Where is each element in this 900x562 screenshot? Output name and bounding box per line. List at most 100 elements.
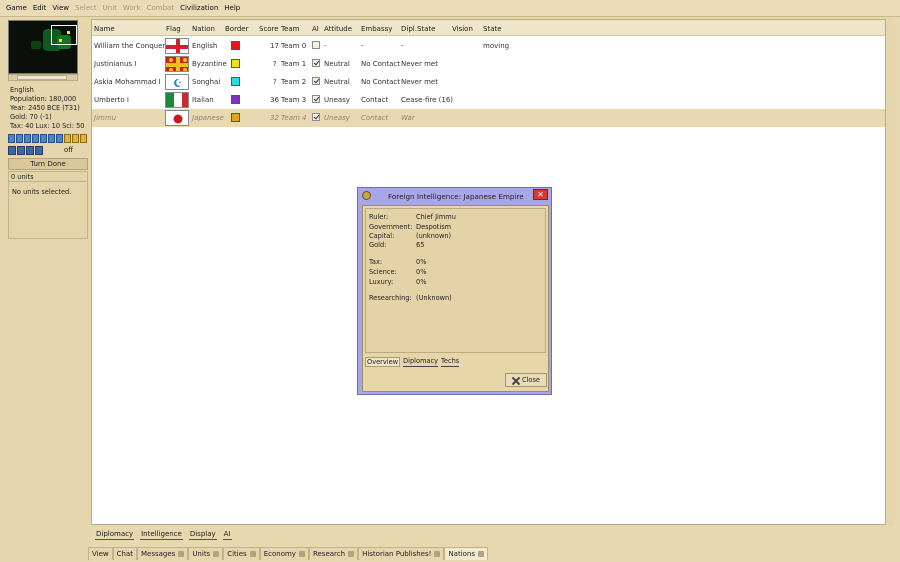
col-state[interactable]: State <box>483 25 502 33</box>
dialog-titlebar[interactable]: Foreign Intelligence: Japanese Empire ✕ <box>358 188 551 204</box>
tab-overview[interactable]: Overview <box>365 357 401 367</box>
menu-select: Select <box>75 4 97 12</box>
border-color <box>231 95 240 104</box>
nation-label: English <box>10 86 34 94</box>
menu-help[interactable]: Help <box>224 4 240 12</box>
diplomacy-button[interactable]: Diplomacy <box>95 529 135 540</box>
table-row-selected[interactable]: Jimmu Japanese 32 Team 4 Uneasy Contact … <box>92 109 885 127</box>
col-embassy[interactable]: Embassy <box>361 25 392 33</box>
minimap[interactable] <box>8 20 78 74</box>
nation-name: Italian <box>192 96 214 104</box>
col-dipl-state[interactable]: Dipl.State <box>401 25 435 33</box>
ai-checkbox[interactable] <box>312 59 320 67</box>
dipl-state: - <box>401 42 404 50</box>
col-vision[interactable]: Vision <box>452 25 473 33</box>
dipl-state: Never met <box>401 78 438 86</box>
sci-icon[interactable] <box>80 134 87 143</box>
ai-checkbox[interactable] <box>312 95 320 103</box>
tax-icon[interactable] <box>8 134 15 143</box>
col-attitude[interactable]: Attitude <box>324 25 352 33</box>
tab-cities[interactable]: Cities <box>223 547 260 560</box>
tab-chat[interactable]: Chat <box>112 547 137 560</box>
col-flag[interactable]: Flag <box>166 25 181 33</box>
menu-civilization[interactable]: Civilization <box>180 4 218 12</box>
ai-checkbox[interactable] <box>312 113 320 121</box>
ai-checkbox[interactable] <box>312 77 320 85</box>
menu-bar: Game Edit View Select Unit Work Combat C… <box>0 0 900 17</box>
col-team[interactable]: Team <box>281 25 300 33</box>
sci-icon[interactable] <box>72 134 79 143</box>
attitude: Uneasy <box>324 96 350 104</box>
close-button[interactable]: Close <box>505 373 547 387</box>
science-label: Science: <box>369 268 397 276</box>
vertical-scrollbar[interactable] <box>887 19 895 525</box>
window-close-button[interactable]: ✕ <box>533 189 548 200</box>
close-icon[interactable] <box>178 551 185 557</box>
minimap-scrollbar[interactable] <box>8 74 78 81</box>
menu-game[interactable]: Game <box>6 4 27 12</box>
researching-label: Researching: <box>369 294 412 302</box>
tab-messages[interactable]: Messages <box>136 547 189 560</box>
turn-done-button[interactable]: Turn Done <box>8 158 88 170</box>
team: Team 1 <box>281 60 307 68</box>
border-color <box>231 113 240 122</box>
menu-view[interactable]: View <box>52 4 69 12</box>
table-row[interactable]: William the Conqueror English 17 Team 0 … <box>92 37 885 55</box>
lux-icon[interactable] <box>40 134 47 143</box>
tab-units[interactable]: Units <box>188 547 224 560</box>
close-icon[interactable] <box>249 551 256 557</box>
tab-label: Chat <box>116 550 133 558</box>
display-button[interactable]: Display <box>188 529 217 540</box>
close-icon[interactable] <box>434 551 441 557</box>
border-color <box>231 41 240 50</box>
tax-icon[interactable] <box>24 134 31 143</box>
tax-rate-icons[interactable] <box>8 134 88 143</box>
songhai-flag <box>165 74 189 90</box>
player-name: Umberto I <box>94 96 129 104</box>
tab-research[interactable]: Research <box>308 547 359 560</box>
tab-label: Economy <box>263 550 296 558</box>
nation-name: English <box>192 42 218 50</box>
score: 17 <box>270 42 279 50</box>
close-icon[interactable] <box>478 551 485 557</box>
close-icon[interactable] <box>298 551 305 557</box>
dipl-state: War <box>401 114 415 122</box>
col-nation[interactable]: Nation <box>192 25 215 33</box>
col-score[interactable]: Score <box>259 25 279 33</box>
minimap-viewport[interactable] <box>51 25 77 45</box>
intelligence-button[interactable]: Intelligence <box>140 529 183 540</box>
sci-icon[interactable] <box>48 134 55 143</box>
tax-icon[interactable] <box>32 134 39 143</box>
tax-icon[interactable] <box>16 134 23 143</box>
tab-view[interactable]: View <box>88 547 113 560</box>
col-ai[interactable]: AI <box>312 25 319 33</box>
tab-diplomacy[interactable]: Diplomacy <box>403 357 438 367</box>
tab-economy[interactable]: Economy <box>259 547 309 560</box>
score: 32 <box>270 114 279 122</box>
table-row[interactable]: Justinianus I Byzantine ? Team 1 Neutral… <box>92 55 885 73</box>
dialog-tabs: Overview Diplomacy Techs <box>365 357 460 367</box>
score: ? <box>273 60 277 68</box>
sci-icon[interactable] <box>64 134 71 143</box>
tab-historian[interactable]: Historian Publishes! <box>358 547 445 560</box>
dialog-body: Ruler: Chief Jimmu Government: Despotism… <box>362 205 549 392</box>
embassy: No Contact <box>361 60 400 68</box>
menu-edit[interactable]: Edit <box>33 4 47 12</box>
tab-techs[interactable]: Techs <box>441 357 460 367</box>
capital-value: (unknown) <box>416 232 452 240</box>
tab-nations[interactable]: Nations <box>444 547 489 560</box>
sci-icon[interactable] <box>56 134 63 143</box>
ai-button[interactable]: AI <box>222 529 232 540</box>
menu-work: Work <box>122 4 141 12</box>
table-row[interactable]: Askia Mohammad I Songhai ? Team 2 Neutra… <box>92 73 885 91</box>
col-name[interactable]: Name <box>94 25 115 33</box>
cooling-icon <box>26 145 34 155</box>
ai-checkbox[interactable] <box>312 41 320 49</box>
attitude: Uneasy <box>324 114 350 122</box>
embassy: - <box>361 42 364 50</box>
nation-name: Japanese <box>192 114 224 122</box>
col-border[interactable]: Border <box>225 25 248 33</box>
table-row[interactable]: Umberto I Italian 36 Team 3 Uneasy Conta… <box>92 91 885 109</box>
close-icon[interactable] <box>213 551 220 557</box>
close-icon[interactable] <box>348 551 355 557</box>
